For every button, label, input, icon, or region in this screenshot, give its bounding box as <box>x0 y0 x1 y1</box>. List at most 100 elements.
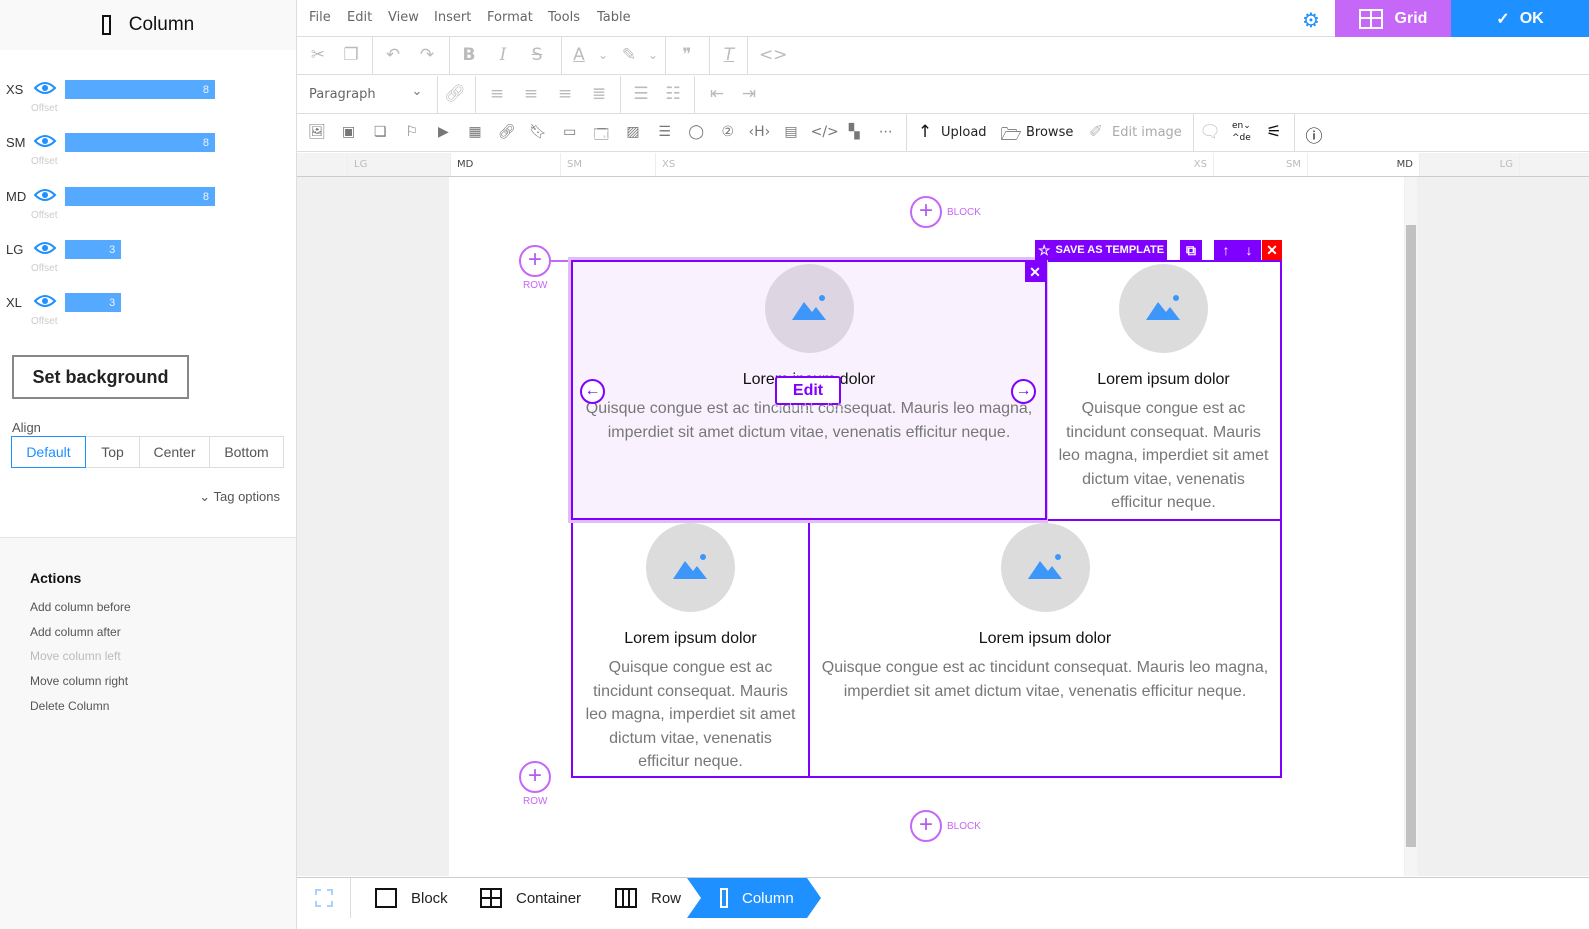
add-block-bottom-button[interactable]: + <box>910 810 942 842</box>
ruler-lg-right[interactable]: LG <box>1419 153 1519 176</box>
ruler-md-right[interactable]: MD <box>1307 153 1419 176</box>
placeholder-icon[interactable]: ⋯ <box>874 124 898 140</box>
select-frame-icon[interactable] <box>297 878 351 918</box>
upload-icon[interactable]: ↑ <box>913 122 937 142</box>
translate-button[interactable]: en⌄ ^de <box>1232 120 1251 144</box>
duplicate-icon[interactable]: ⧉ <box>1180 240 1202 260</box>
breadcrumb-row[interactable]: Row <box>615 878 681 918</box>
heading-icon[interactable]: ‹H› <box>747 124 771 140</box>
help-icon[interactable]: ⓘ <box>1302 122 1326 147</box>
delete-row-icon[interactable]: ✕ <box>1262 240 1282 260</box>
strikethrough-icon[interactable]: S <box>525 45 549 65</box>
image-stack-icon[interactable]: ❏ <box>368 124 392 140</box>
eye-icon[interactable] <box>34 134 56 148</box>
ruler-sm-right[interactable]: SM <box>1213 153 1307 176</box>
align-default[interactable]: Default <box>11 436 86 468</box>
align-justify-icon[interactable]: ≣ <box>587 84 611 104</box>
menu-view[interactable]: View <box>388 10 419 25</box>
align-center[interactable]: Center <box>139 436 210 468</box>
bullet-list-icon[interactable]: ☰ <box>629 84 653 104</box>
close-column-icon[interactable]: ✕ <box>1025 262 1045 282</box>
menu-file[interactable]: File <box>309 10 331 25</box>
qr-icon[interactable]: ▚ <box>842 124 866 140</box>
eye-icon[interactable] <box>34 188 56 202</box>
eye-icon[interactable] <box>34 81 56 95</box>
undo-icon[interactable]: ↶ <box>381 45 405 65</box>
add-column-before[interactable]: Add column before <box>30 600 131 614</box>
scrollbar-thumb[interactable] <box>1406 225 1416 847</box>
highlight-icon[interactable]: ✎ <box>617 45 641 65</box>
column-span-slider[interactable]: 8 <box>65 80 215 99</box>
folder-icon[interactable]: 🗁 <box>999 122 1023 151</box>
bold-icon[interactable]: B <box>457 45 481 65</box>
add-column-after[interactable]: Add column after <box>30 625 121 639</box>
indent-icon[interactable]: ⇥ <box>737 84 761 104</box>
column-card[interactable]: Lorem ipsum dolor Quisque congue est ac … <box>571 519 810 778</box>
ruler-xs-right[interactable]: XS <box>1167 153 1213 176</box>
arrow-up-icon[interactable]: ↑ <box>1214 240 1238 260</box>
link-icon[interactable]: 🔗︎ <box>443 84 467 104</box>
table-icon[interactable]: ▦ <box>463 124 487 140</box>
image-wide-icon[interactable]: ▨ <box>621 124 645 140</box>
delete-column[interactable]: Delete Column <box>30 699 109 713</box>
add-row-bottom-button[interactable]: + <box>519 761 551 793</box>
set-background-button[interactable]: Set background <box>12 355 189 399</box>
menu-edit[interactable]: Edit <box>347 10 372 25</box>
flag-icon[interactable]: ⚐ <box>400 124 424 140</box>
menu-table[interactable]: Table <box>597 10 631 25</box>
comments-icon[interactable]: 🗨︎ <box>1198 122 1222 142</box>
paragraph-select[interactable]: Paragraph <box>309 87 376 102</box>
numbered-list-icon[interactable]: ☷ <box>661 84 685 104</box>
copy-icon[interactable]: ❐ <box>339 45 363 65</box>
save-as-template-button[interactable]: ☆ SAVE AS TEMPLATE <box>1035 240 1167 260</box>
move-column-right[interactable]: Move column right <box>30 674 128 688</box>
ruler-md[interactable]: MD <box>450 153 560 176</box>
ruler-lg[interactable]: LG <box>347 153 450 176</box>
edit-image-icon[interactable]: ✐ <box>1084 122 1108 142</box>
edit-image-button[interactable]: Edit image <box>1112 125 1182 140</box>
tag-options-toggle[interactable]: ⌄ Tag options <box>199 489 280 505</box>
code-icon[interactable]: </> <box>811 124 839 140</box>
ruler-sm[interactable]: SM <box>560 153 655 176</box>
align-bottom[interactable]: Bottom <box>209 436 284 468</box>
outdent-icon[interactable]: ⇤ <box>705 84 729 104</box>
align-top[interactable]: Top <box>85 436 140 468</box>
link-icon[interactable]: 🔗︎ <box>495 124 519 140</box>
column-span-slider[interactable]: 8 <box>65 186 215 206</box>
ruler-xs[interactable]: XS <box>655 153 1215 176</box>
cut-icon[interactable]: ✂ <box>306 45 330 65</box>
column-span-slider[interactable]: 8 <box>65 133 215 153</box>
italic-icon[interactable]: I <box>491 45 515 65</box>
arrow-down-icon[interactable]: ↓ <box>1237 240 1261 260</box>
blockquote-icon[interactable]: ❞ <box>675 45 699 65</box>
move-column-left[interactable]: Move column left <box>30 649 121 663</box>
image-icon[interactable]: 🖼︎ <box>305 124 329 140</box>
chevron-down-icon[interactable]: ⌄ <box>405 84 429 99</box>
edit-button[interactable]: Edit <box>775 376 841 405</box>
badge-number-icon[interactable]: ② <box>716 124 740 140</box>
gallery-icon[interactable]: ▣ <box>337 124 361 140</box>
video-icon[interactable]: ▶ <box>431 124 455 140</box>
breadcrumb-block[interactable]: Block <box>375 878 448 918</box>
text-color-icon[interactable]: A <box>567 45 591 65</box>
add-row-top-button[interactable]: + <box>519 245 551 277</box>
gear-icon[interactable]: ⚙ <box>1302 8 1320 33</box>
button-icon[interactable]: ▭ <box>558 124 582 140</box>
column-span-slider[interactable]: 3 <box>65 239 122 259</box>
comment-icon[interactable]: ◯ <box>684 124 708 140</box>
align-left-icon[interactable]: ≡ <box>485 84 509 104</box>
column-span-slider[interactable]: 3 <box>65 293 122 313</box>
column-card[interactable]: Lorem ipsum dolor Quisque congue est ac … <box>1045 260 1282 521</box>
upload-button[interactable]: Upload <box>941 125 987 140</box>
grid-button[interactable]: Grid <box>1335 0 1451 37</box>
eye-icon[interactable] <box>34 294 56 308</box>
chevron-down-icon[interactable]: ⌄ <box>641 48 665 62</box>
align-center-icon[interactable]: ≡ <box>519 84 543 104</box>
redo-icon[interactable]: ↷ <box>415 45 439 65</box>
bookmark-icon[interactable]: 🔖︎ <box>526 124 550 140</box>
align-right-icon[interactable]: ≡ <box>553 84 577 104</box>
move-left-arrow-icon[interactable]: ← <box>580 379 605 404</box>
clear-format-icon[interactable]: T <box>717 45 741 65</box>
breadcrumb-column[interactable]: Column <box>720 878 794 918</box>
breadcrumb-container[interactable]: Container <box>480 878 581 918</box>
